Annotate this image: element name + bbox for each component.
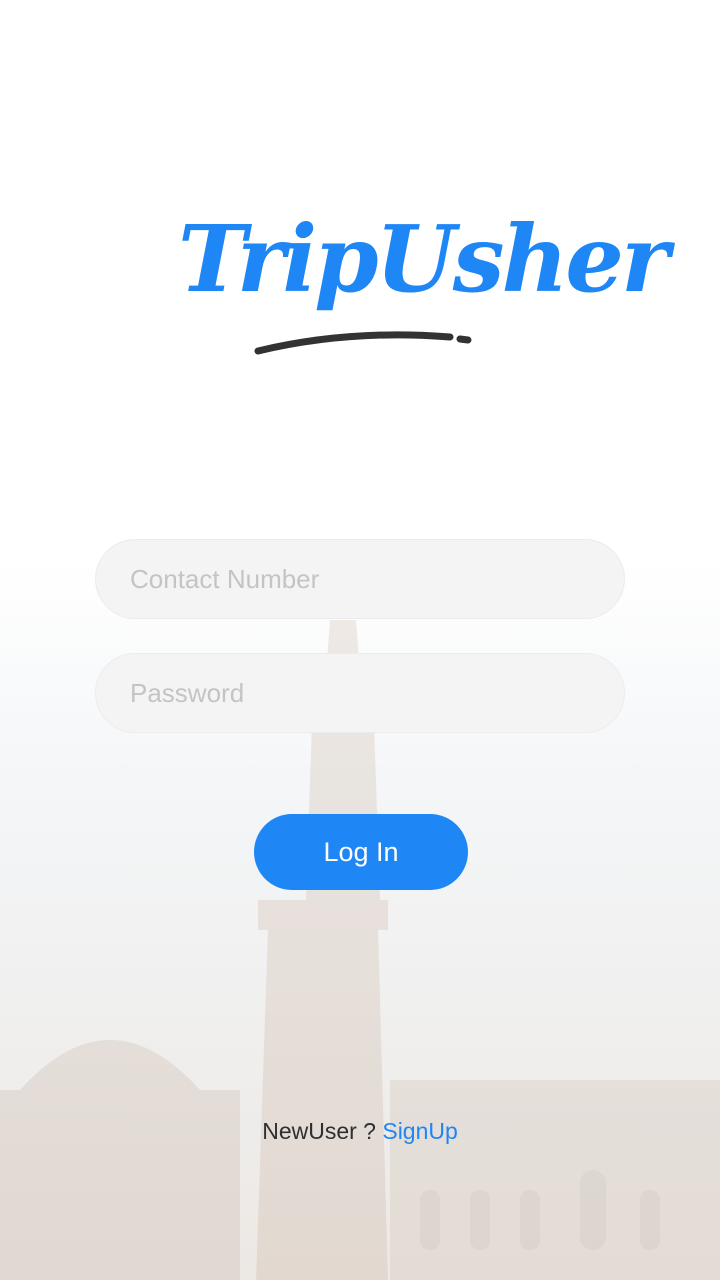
tripusher-logo: TripUsher xyxy=(170,205,669,365)
password-input[interactable] xyxy=(95,653,625,733)
logo-text: TripUsher xyxy=(178,205,669,313)
logo-swoosh-underline xyxy=(254,331,472,355)
contact-number-input[interactable] xyxy=(95,539,625,619)
signup-link[interactable]: SignUp xyxy=(382,1118,457,1144)
new-user-prompt: NewUser ? xyxy=(262,1118,376,1144)
monument-background-image xyxy=(0,620,720,1280)
login-screen: TripUsher Log In NewUser ? SignUp xyxy=(0,0,720,1280)
login-button[interactable]: Log In xyxy=(254,814,468,890)
signup-row: NewUser ? SignUp xyxy=(0,1118,720,1145)
